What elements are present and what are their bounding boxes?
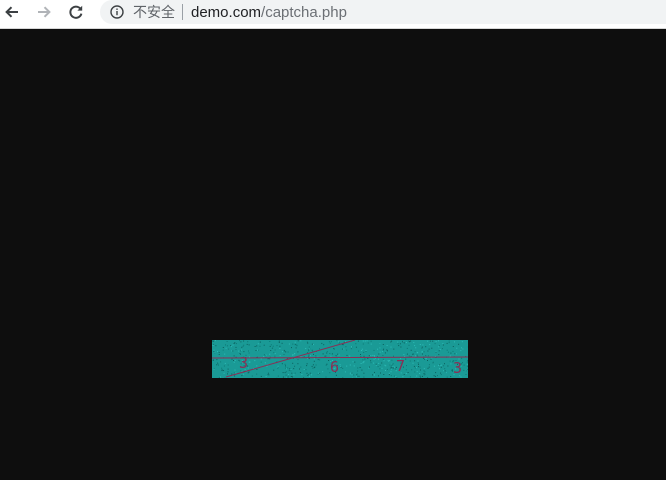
captcha-char: 3 [453, 359, 462, 377]
address-bar[interactable]: 不安全 demo.com/captcha.php [100, 0, 666, 24]
captcha-char: 6 [330, 358, 339, 376]
captcha-char: 7 [396, 357, 405, 375]
arrow-left-icon [5, 6, 18, 18]
browser-toolbar: 不安全 demo.com/captcha.php [0, 0, 666, 29]
back-button[interactable] [2, 2, 22, 22]
url-text[interactable]: demo.com/captcha.php [191, 4, 347, 21]
captcha-char: 3 [239, 354, 248, 372]
url-domain: demo.com [191, 3, 262, 21]
info-icon[interactable] [110, 5, 124, 19]
captcha-image[interactable]: 3 6 7 3 [212, 340, 468, 378]
address-divider [182, 4, 183, 20]
security-label: 不安全 [133, 5, 175, 21]
forward-button[interactable] [34, 2, 54, 22]
arrow-right-icon [38, 6, 51, 18]
reload-icon [69, 5, 83, 19]
reload-button[interactable] [66, 2, 86, 22]
captcha-background [212, 340, 468, 378]
url-path: /captcha.php [261, 3, 347, 21]
